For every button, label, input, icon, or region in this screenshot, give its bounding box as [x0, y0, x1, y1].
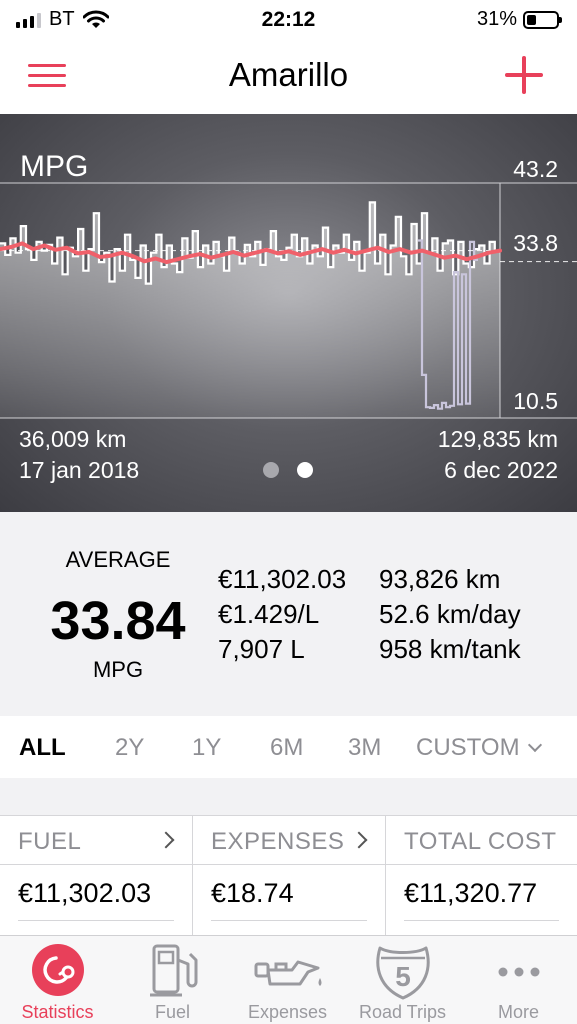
battery-status: 31%: [476, 8, 562, 31]
distance-per-tank: 958 km/tank: [379, 634, 521, 664]
range-3m[interactable]: 3M: [348, 734, 381, 762]
highway-shield-icon: 5: [375, 946, 430, 1000]
distance-stats: 93,826 km 52.6 km/day 958 km/tank: [379, 562, 521, 667]
y-tick-average: 33.8: [513, 230, 558, 256]
total-cost-card-value: €11,320.77: [404, 878, 538, 908]
tab-label: Statistics: [21, 1002, 94, 1022]
add-icon[interactable]: [505, 56, 543, 94]
statistics-summary: AVERAGE 33.84 MPG €11,302.03 €1.429/L 7,…: [0, 512, 577, 716]
start-date: 17 jan 2018: [19, 457, 140, 483]
tab-label: Expenses: [247, 1002, 328, 1022]
price-per-litre: €1.429/L: [218, 599, 320, 629]
chevron-down-icon: [527, 737, 542, 753]
distance-per-day: 52.6 km/day: [379, 599, 521, 629]
average-label: AVERAGE: [65, 547, 171, 572]
page-title: Amarillo: [228, 56, 349, 93]
total-cost-card-title: TOTAL COST: [404, 828, 557, 855]
chevron-right-icon: [157, 831, 175, 849]
tab-label: Fuel: [154, 1002, 190, 1022]
range-custom[interactable]: CUSTOM: [416, 734, 542, 762]
tab-label: More: [497, 1002, 539, 1022]
oil-can-icon: [254, 960, 321, 986]
svg-text:5: 5: [395, 961, 411, 992]
tab-expenses[interactable]: Expenses: [230, 936, 345, 1024]
cost-stats: €11,302.03 €1.429/L 7,907 L: [218, 562, 346, 667]
total-cost-card: TOTAL COST €11,320.77: [385, 816, 577, 936]
expenses-card-value: €18.74: [211, 878, 294, 908]
total-fuel-cost: €11,302.03: [218, 564, 347, 594]
average-unit: MPG: [92, 657, 144, 682]
tab-label: Road Trips: [358, 1002, 447, 1022]
total-litres: 7,907 L: [218, 634, 305, 664]
nav-bar: Amarillo: [0, 40, 577, 114]
chevron-right-icon: [350, 831, 368, 849]
fuel-card-title: FUEL: [18, 828, 82, 855]
end-date: 6 dec 2022: [444, 457, 558, 483]
tab-road-trips[interactable]: 5 Road Trips: [345, 936, 460, 1024]
page-dot-1[interactable]: [263, 462, 279, 478]
more-dots-icon: [498, 967, 539, 977]
fuel-card-value: €11,302.03: [18, 878, 152, 908]
start-distance: 36,009 km: [19, 426, 127, 452]
page-dot-2[interactable]: [297, 462, 313, 478]
range-selector: ALL 2Y 1Y 6M 3M CUSTOM: [0, 716, 577, 778]
y-tick-max: 43.2: [513, 156, 558, 182]
chart-title: MPG: [20, 150, 89, 183]
range-6m[interactable]: 6M: [270, 734, 303, 762]
end-distance: 129,835 km: [437, 426, 558, 452]
range-2y[interactable]: 2Y: [115, 734, 144, 762]
fuel-pump-icon: [149, 944, 197, 997]
range-all[interactable]: ALL: [19, 734, 66, 762]
expenses-card-title: EXPENSES: [211, 828, 345, 855]
cost-summary: FUEL €11,302.03 EXPENSES €18.74 TOTAL CO…: [0, 815, 577, 936]
range-custom-label: CUSTOM: [416, 734, 520, 761]
mpg-chart-panel[interactable]: MPG 43.2 33.8 10.5 36,009 km 17 jan 2018…: [0, 114, 577, 512]
battery-percent: 31%: [476, 8, 517, 30]
range-1y[interactable]: 1Y: [192, 734, 221, 762]
average-value: 33.84: [50, 591, 186, 651]
battery-icon: [523, 10, 562, 29]
y-tick-min: 10.5: [513, 388, 558, 414]
tab-fuel[interactable]: Fuel: [115, 936, 230, 1024]
status-bar: BT 22:12 31%: [0, 0, 577, 40]
total-distance: 93,826 km: [379, 564, 501, 594]
fuel-card[interactable]: FUEL €11,302.03: [0, 816, 192, 936]
tab-bar: Statistics Fuel Expenses 5 Road Trips Mo…: [0, 935, 577, 1024]
tab-statistics[interactable]: Statistics: [0, 936, 115, 1024]
statistics-icon: [31, 944, 84, 996]
tab-more[interactable]: More: [460, 936, 577, 1024]
expenses-card[interactable]: EXPENSES €18.74: [192, 816, 385, 936]
